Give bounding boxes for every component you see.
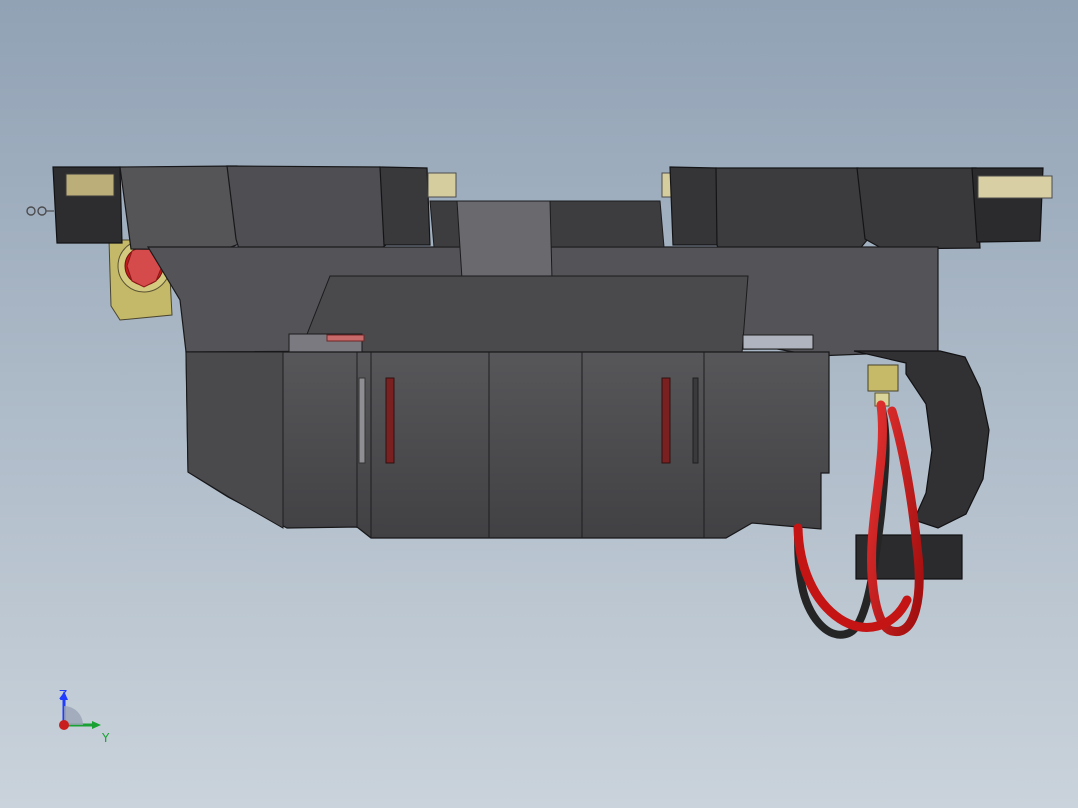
- triad-y-label: Y: [102, 731, 110, 745]
- viewport-background-svg: [0, 0, 1078, 808]
- orientation-triad-svg: [59, 691, 101, 730]
- orientation-triad: Z Y: [40, 682, 130, 758]
- cad-viewport[interactable]: Z Y: [0, 0, 1078, 808]
- lower-housing: [185, 351, 830, 539]
- triad-z-label: Z: [59, 688, 68, 702]
